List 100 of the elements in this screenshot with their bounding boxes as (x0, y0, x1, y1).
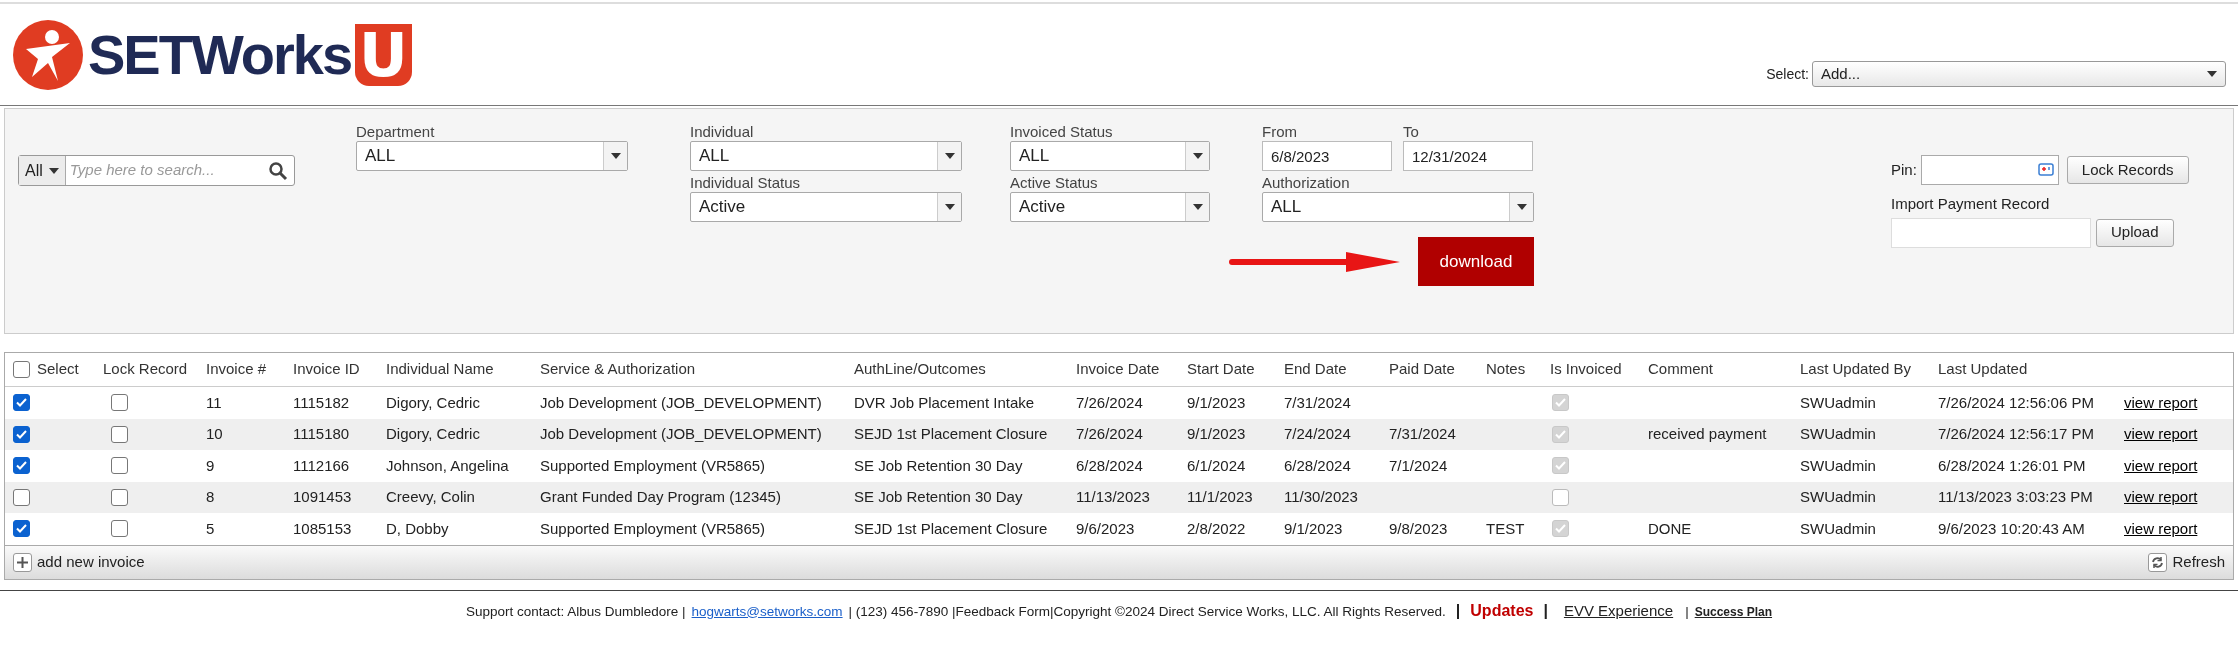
field-label: Individual (690, 123, 755, 141)
individual-status-dropdown[interactable]: Active (690, 192, 962, 222)
row-checkbox[interactable] (13, 457, 30, 475)
authorization-dropdown[interactable]: ALL (1262, 192, 1534, 222)
lock-checkbox[interactable] (111, 457, 128, 475)
scope-dropdown[interactable]: All (19, 156, 66, 185)
caret-icon (944, 204, 955, 210)
download-button[interactable]: download (1418, 237, 1534, 286)
add-dropdown[interactable]: Add... (1812, 61, 2226, 87)
table-cell: DONE (1648, 519, 1692, 537)
view-report-link[interactable]: view report (2124, 391, 2198, 414)
table-cell: 5 (206, 519, 215, 537)
column-header: Is Invoiced (1550, 359, 1622, 380)
table-cell: 1085153 (293, 519, 352, 537)
date-field[interactable]: 6/8/2023 (1262, 141, 1392, 171)
column-header: Invoice # (206, 359, 267, 380)
view-report-link[interactable]: view report (2124, 454, 2198, 477)
table-cell: Grant Funded Day Program (12345) (540, 488, 781, 505)
caret-icon (1192, 153, 1203, 159)
footer-separator: | (1543, 600, 1548, 621)
date-field[interactable]: 12/31/2024 (1403, 141, 1533, 171)
table-cell: 11 (206, 393, 222, 411)
department-dropdown[interactable]: ALL (356, 141, 628, 171)
caret-icon (1192, 204, 1203, 210)
column-header: Invoice ID (293, 359, 360, 380)
table-cell: 6/28/2024 1:26:01 PM (1938, 456, 2086, 474)
field-label: Department (356, 123, 436, 141)
table-cell: 7/26/2024 12:56:17 PM (1938, 425, 2094, 442)
column-header: Notes (1486, 359, 1526, 380)
search-box[interactable]: All Type here to search... (18, 155, 295, 186)
invoiced-status-dropdown[interactable]: ALL (1010, 141, 1210, 171)
table-cell: Digory, Cedric (386, 425, 480, 442)
logo-icon (12, 18, 84, 91)
import-field[interactable] (1891, 217, 2091, 248)
field-label: Individual Status (690, 174, 802, 192)
column-header: Invoice Date (1076, 359, 1160, 380)
column-header: Select (37, 359, 79, 380)
evv-link[interactable]: EVV Experience (1563, 599, 1674, 622)
table-cell: 1115180 (293, 425, 350, 442)
individual-dropdown[interactable]: ALL (690, 141, 962, 171)
table-cell: 9/1/2023 (1284, 519, 1343, 537)
view-report-link[interactable]: view report (2124, 423, 2198, 446)
table-cell: 7/31/2024 (1284, 393, 1351, 411)
table-cell: 7/26/2024 12:56:06 PM (1938, 393, 2094, 411)
refresh-button[interactable]: Refresh (2148, 550, 2225, 574)
table-cell: 1112166 (293, 456, 350, 474)
refresh-icon (2148, 552, 2168, 572)
lock-records-button[interactable]: Lock Records (2066, 156, 2189, 184)
search-icon[interactable] (268, 160, 288, 181)
table-cell: 8 (206, 488, 215, 505)
table-cell: SWUadmin (1800, 393, 1876, 411)
pin-field[interactable] (1920, 155, 2059, 185)
success-plan-link[interactable]: Success Plan (1694, 602, 1773, 621)
active-status-dropdown[interactable]: Active (1010, 192, 1210, 222)
row-checkbox[interactable] (13, 520, 30, 538)
table-cell: SEJD 1st Placement Closure (854, 519, 1048, 537)
email-link[interactable]: hogwarts@setworks.com (691, 601, 843, 622)
table-cell: 7/26/2024 (1076, 393, 1143, 411)
row-checkbox[interactable] (13, 394, 30, 412)
lock-checkbox[interactable] (111, 394, 128, 412)
field-label: Invoiced Status (1010, 123, 1114, 141)
select-all-checkbox[interactable] (13, 361, 30, 378)
field-label: Active Status (1010, 174, 1099, 192)
table-cell: 9/6/2023 (1076, 519, 1135, 537)
table-cell: 11/13/2023 (1076, 488, 1150, 505)
table-cell: Job Development (JOB_DEVELOPMENT) (540, 425, 822, 442)
table-cell: 6/1/2024 (1187, 456, 1246, 474)
column-header: Individual Name (386, 359, 494, 380)
column-header: Last Updated (1938, 359, 2028, 380)
table-cell: 6/28/2024 (1076, 456, 1143, 474)
import-label: Import Payment Record (1891, 194, 2051, 214)
updates-link[interactable]: Updates (1470, 598, 1534, 623)
column-header: Paid Date (1389, 359, 1455, 380)
column-header: End Date (1284, 359, 1347, 380)
column-header: Start Date (1187, 359, 1255, 380)
table-cell: SWUadmin (1800, 456, 1876, 474)
table-cell: Digory, Cedric (386, 393, 480, 411)
table-cell: D, Dobby (386, 519, 449, 537)
footer-text: Support contact: Albus Dumbledore | (465, 602, 686, 621)
view-report-link[interactable]: view report (2124, 486, 2198, 509)
footer-text: | (1685, 602, 1689, 621)
add-invoice-button[interactable]: add new invoice (13, 550, 145, 574)
table-cell: Supported Employment (VR5865) (540, 519, 766, 537)
table-cell: 11/13/2023 3:03:23 PM (1938, 488, 2093, 505)
table-cell: 1091453 (293, 488, 352, 505)
view-report-link[interactable]: view report (2124, 517, 2198, 540)
lock-checkbox[interactable] (111, 520, 128, 538)
footer-separator: | (1455, 600, 1461, 621)
column-header: Last Updated By (1800, 359, 1911, 380)
lock-checkbox[interactable] (111, 488, 128, 506)
row-checkbox[interactable] (13, 425, 30, 443)
table-cell: 10 (206, 425, 223, 442)
row-checkbox[interactable] (13, 488, 30, 506)
table-cell: 9/8/2023 (1389, 519, 1448, 537)
lock-checkbox[interactable] (111, 425, 128, 443)
table-cell: 1115182 (293, 393, 350, 411)
column-header: Comment (1648, 359, 1714, 380)
table-cell: Creevy, Colin (386, 488, 475, 505)
caret-icon (1516, 204, 1527, 210)
upload-button[interactable]: Upload (2096, 218, 2174, 247)
